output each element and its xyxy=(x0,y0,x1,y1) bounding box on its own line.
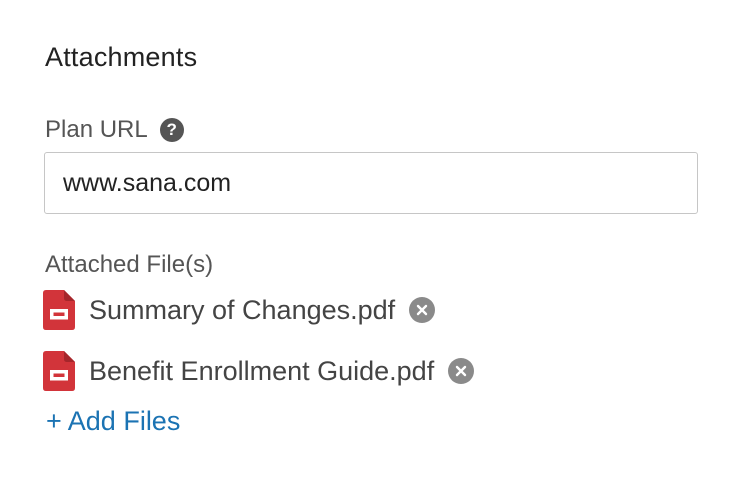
file-item: Summary of Changes.pdf xyxy=(43,290,436,330)
file-name[interactable]: Summary of Changes.pdf xyxy=(89,295,395,326)
plan-url-label-row: Plan URL ? xyxy=(45,116,184,144)
remove-file-icon[interactable] xyxy=(409,297,436,323)
attached-files-label: Attached File(s) xyxy=(45,251,214,278)
file-item: Benefit Enrollment Guide.pdf xyxy=(43,351,475,391)
section-title: Attachments xyxy=(45,42,198,72)
pdf-file-icon xyxy=(43,351,75,391)
file-name[interactable]: Benefit Enrollment Guide.pdf xyxy=(89,356,434,387)
add-files-link[interactable]: + Add Files xyxy=(46,406,180,437)
help-icon[interactable]: ? xyxy=(159,118,184,142)
pdf-file-icon xyxy=(43,290,75,330)
remove-file-icon[interactable] xyxy=(448,358,475,384)
plan-url-input[interactable] xyxy=(44,152,698,214)
plan-url-label: Plan URL xyxy=(45,116,148,143)
